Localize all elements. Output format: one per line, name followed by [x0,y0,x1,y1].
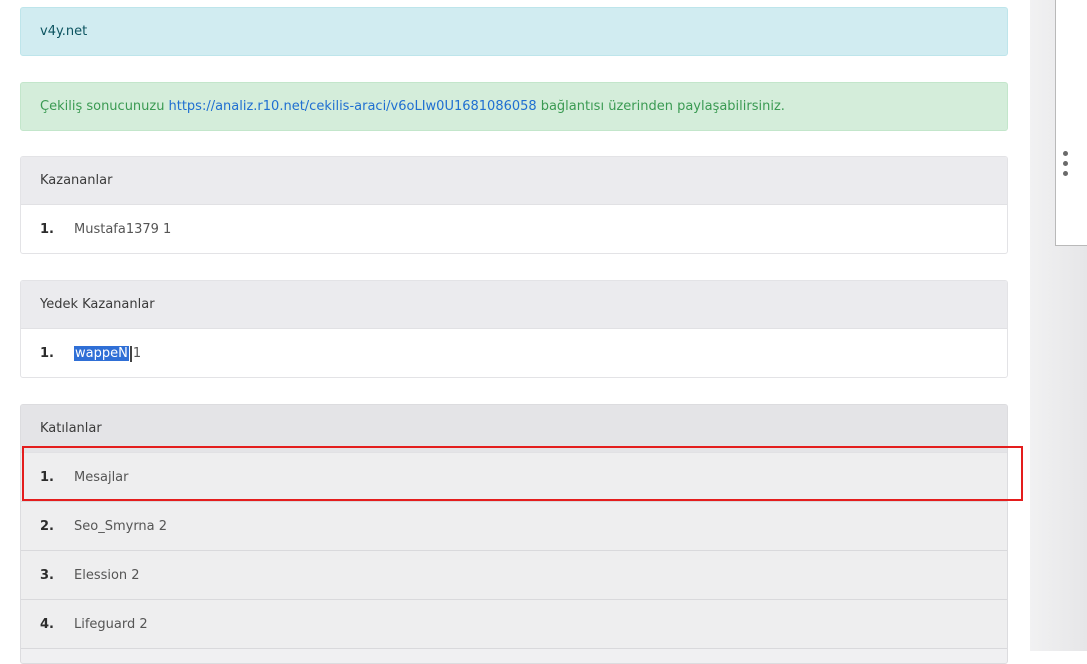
winner-name: Mustafa1379 1 [74,222,172,237]
participant-row: 2. Seo_Smyrna 2 [21,502,1007,551]
dot [1062,170,1068,176]
dot [1062,160,1068,166]
participant-row: 4. Lifeguard 2 [21,600,1007,649]
info-alert-text: v4y.net [40,24,88,39]
participant-name: Elession 2 [74,567,140,583]
info-alert: v4y.net [20,7,1008,56]
backup-winner-rest: 1 [132,346,142,361]
side-panel [1055,0,1087,246]
row-number: 1. [40,346,54,361]
participant-name: Seo_Smyrna 2 [74,518,168,534]
row-number: 3. [40,567,54,583]
backup-winners-title: Yedek Kazananlar [21,281,1007,329]
row-number: 1. [40,222,54,237]
winners-card: Kazananlar 1. Mustafa1379 1 [20,156,1008,254]
dot [1062,150,1068,156]
success-alert-suffix: bağlantısı üzerinden paylaşabilirsiniz. [540,99,785,114]
winners-title: Kazananlar [21,157,1007,205]
text-cursor [129,345,132,362]
row-number: 2. [40,518,54,534]
selected-text[interactable]: wappeN [74,346,129,361]
winner-row: 1. Mustafa1379 1 [21,205,1007,253]
participant-name: Lifeguard 2 [74,616,148,632]
result-link[interactable]: https://analiz.r10.net/cekilis-araci/v6o… [168,99,536,114]
participant-row: 3. Elession 2 [21,551,1007,600]
highlight-annotation-box [22,446,1023,501]
row-number: 4. [40,616,54,632]
participants-card: Katılanlar 1. Mesajlar 2. Seo_Smyrna 2 3… [20,404,1008,664]
success-alert-prefix: Çekiliş sonucunuzu [40,99,165,114]
more-vertical-icon[interactable] [1058,142,1072,184]
backup-winners-card: Yedek Kazananlar 1. wappeN 1 [20,280,1008,378]
success-alert: Çekiliş sonucunuzu https://analiz.r10.ne… [20,82,1008,131]
backup-winner-row: 1. wappeN 1 [21,329,1007,377]
